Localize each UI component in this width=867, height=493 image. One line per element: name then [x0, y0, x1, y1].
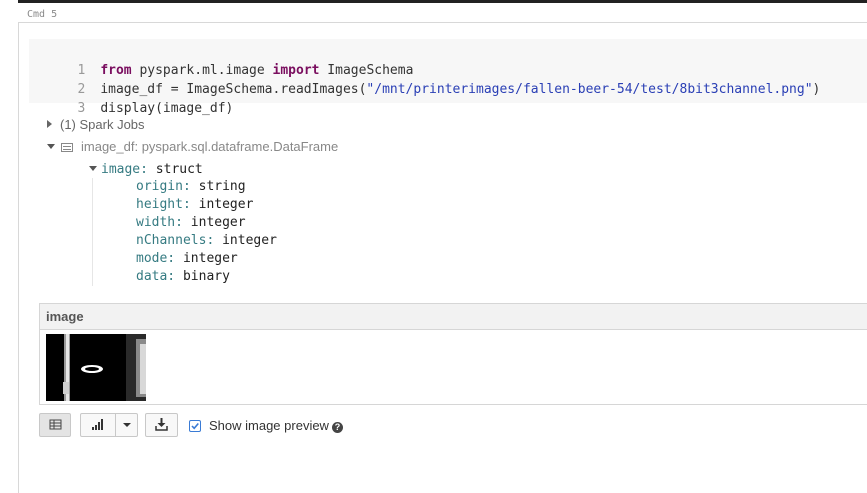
field-name: mode: [136, 251, 176, 266]
bar-chart-icon [92, 419, 103, 430]
schema-field: origin: string [136, 178, 277, 196]
field-name: data: [136, 269, 176, 284]
column-header-image[interactable]: image [40, 304, 867, 330]
caret-down-icon[interactable] [116, 414, 138, 436]
help-icon[interactable]: ? [331, 422, 343, 433]
expand-arrow-icon [47, 120, 52, 128]
spark-jobs-toggle[interactable]: (1) Spark Jobs [47, 117, 145, 132]
field-name: width: [136, 215, 183, 230]
field-type: integer [182, 215, 246, 230]
show-image-preview-label[interactable]: Show image preview? [209, 418, 343, 433]
dataframe-schema-toggle[interactable]: image_df: pyspark.sql.dataframe.DataFram… [47, 139, 338, 154]
field-type: binary [175, 269, 230, 284]
code-line: 2 image_df = ImageSchema.readImages("/mnt… [29, 61, 820, 97]
spark-jobs-label: (1) Spark Jobs [60, 117, 145, 132]
show-image-preview-checkbox[interactable] [189, 420, 201, 432]
dataframe-label: image_df: pyspark.sql.dataframe.DataFram… [81, 139, 339, 154]
schema-field: height: integer [136, 196, 277, 214]
code-string: "/mnt/printerimages/fallen-beer-54/test/… [366, 82, 813, 97]
field-name: origin: [136, 179, 191, 194]
image-thumbnail[interactable] [46, 334, 146, 406]
cmd-label: Cmd 5 [27, 9, 58, 20]
schema-field: nChannels: integer [136, 232, 277, 250]
collapse-arrow-icon [47, 144, 55, 149]
chart-view-button[interactable] [80, 413, 138, 437]
table-view-button[interactable] [39, 413, 71, 437]
schema-field: data: binary [136, 268, 277, 286]
collapse-arrow-icon [89, 166, 97, 171]
code-text: ) [812, 82, 821, 97]
field-name: nChannels: [136, 233, 215, 248]
download-icon [155, 418, 168, 431]
cell-top-border [18, 0, 867, 3]
schema-root[interactable]: image: struct [89, 161, 203, 179]
checkmark-icon [191, 422, 199, 430]
field-type: string [190, 179, 246, 194]
schema-root-type: struct [147, 162, 203, 177]
code-editor[interactable]: 1 from pyspark.ml.image import ImageSchem… [29, 39, 867, 116]
schema-root-name: image: [101, 162, 148, 177]
code-text: display(image_df) [100, 101, 234, 116]
table-icon [49, 419, 62, 430]
line-number: 3 [77, 101, 86, 116]
result-table: image [39, 303, 867, 405]
field-type: integer [175, 251, 238, 266]
download-button[interactable] [145, 413, 178, 437]
code-line: 3 display(image_df) [29, 80, 233, 116]
schema-fields: origin: string height: integer width: in… [136, 178, 277, 286]
field-type: integer [190, 197, 254, 212]
field-type: integer [214, 233, 277, 248]
schema-field: width: integer [136, 214, 277, 232]
schema-guide-line [92, 178, 93, 286]
schema-field: mode: integer [136, 250, 277, 268]
code-line: 1 from pyspark.ml.image import ImageSchem… [29, 42, 413, 78]
field-name: height: [136, 197, 191, 212]
table-icon [61, 143, 73, 152]
